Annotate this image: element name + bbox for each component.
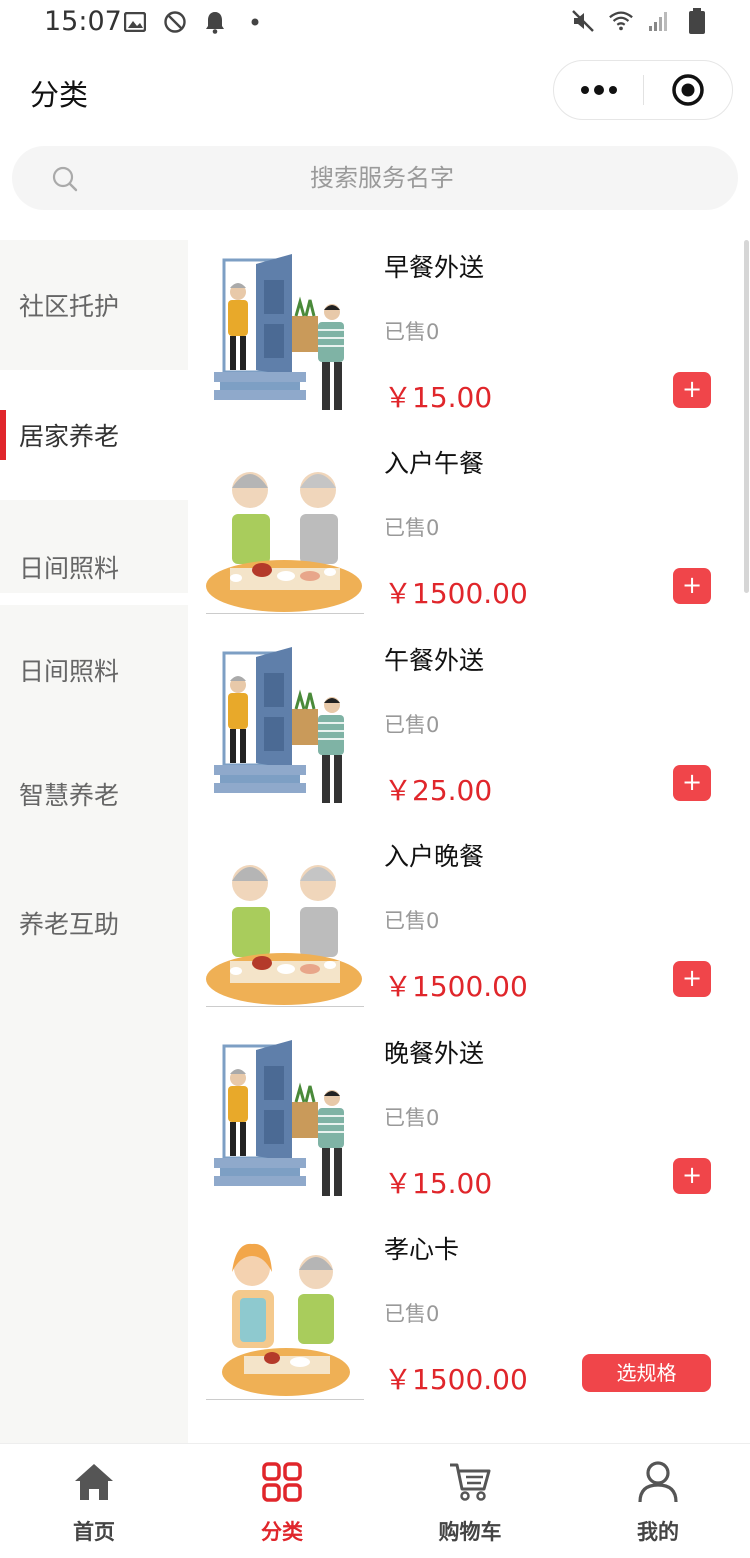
status-right-icons (570, 8, 710, 34)
bottom-tab-bar: 首页 分类 购物车 我的 (0, 1443, 750, 1558)
delivery-illustration (206, 1026, 364, 1204)
delivery-illustration (206, 633, 364, 811)
tab-cart[interactable]: 购物车 (376, 1444, 564, 1558)
status-bar: 15:07 (0, 0, 750, 46)
sidebar-divider (0, 593, 188, 605)
more-menu-button[interactable] (554, 60, 643, 120)
tab-category[interactable]: 分类 (188, 1444, 376, 1558)
add-to-cart-button[interactable]: + (673, 1158, 711, 1194)
tab-home[interactable]: 首页 (0, 1444, 188, 1558)
blocked-icon (162, 9, 188, 35)
sidebar-item-label: 日间照料 (19, 657, 120, 686)
close-mini-program-button[interactable] (644, 60, 732, 120)
caregiver-illustration (206, 1222, 364, 1400)
product-item[interactable]: 入户午餐 已售0 ￥1500.00 + (188, 436, 733, 632)
signal-icon (646, 8, 672, 34)
product-name: 孝心卡 (384, 1235, 460, 1264)
tab-label: 我的 (637, 1520, 679, 1544)
status-time: 15:07 (44, 6, 122, 37)
battery-icon (684, 8, 710, 34)
tab-label: 首页 (73, 1520, 115, 1544)
product-price: ￥1500.00 (384, 1363, 528, 1396)
cart-icon (448, 1460, 492, 1504)
sidebar-item-community-care[interactable]: 社区托护 (0, 240, 188, 370)
add-to-cart-button[interactable]: + (673, 961, 711, 997)
title-bar: 分类 (0, 46, 750, 136)
product-name: 午餐外送 (384, 646, 485, 675)
tab-label: 分类 (261, 1520, 303, 1544)
product-sold-count: 已售0 (384, 1106, 440, 1130)
user-icon (636, 1460, 680, 1504)
product-sold-count: 已售0 (384, 713, 440, 737)
more-dots-icon (580, 85, 617, 95)
status-left-icons (122, 9, 268, 35)
sidebar-item-label: 居家养老 (19, 422, 120, 451)
wifi-icon (608, 8, 634, 34)
product-list: 早餐外送 已售0 ￥15.00 + 入户午餐 已售0 ￥1500.00 + 午餐… (188, 240, 750, 1443)
mini-program-capsule (553, 60, 733, 120)
notification-bell-icon (202, 9, 228, 35)
product-sold-count: 已售0 (384, 909, 440, 933)
sidebar-item-label: 智慧养老 (19, 781, 120, 810)
active-indicator (0, 410, 6, 460)
search-input[interactable] (102, 146, 662, 210)
product-item[interactable]: 午餐外送 已售0 ￥25.00 + (188, 633, 733, 829)
elderly-meal-illustration (206, 436, 364, 614)
product-item[interactable]: 晚餐外送 已售0 ￥15.00 + (188, 1026, 733, 1222)
product-item[interactable]: 早餐外送 已售0 ￥15.00 + (188, 240, 733, 436)
grid-icon (260, 1460, 304, 1504)
product-price: ￥25.00 (384, 774, 493, 807)
target-close-icon (672, 74, 704, 106)
product-sold-count: 已售0 (384, 516, 440, 540)
sidebar-item-label: 日间照料 (19, 553, 120, 583)
elderly-meal-illustration (206, 829, 364, 1007)
sidebar-item-label: 社区托护 (19, 292, 120, 321)
add-to-cart-button[interactable]: + (673, 372, 711, 408)
tab-label: 购物车 (438, 1520, 502, 1544)
product-name: 入户晚餐 (384, 842, 485, 871)
product-item[interactable]: 入户晚餐 已售0 ￥1500.00 + (188, 829, 733, 1025)
sidebar-item-day-care-2[interactable]: 日间照料 (0, 605, 188, 735)
mute-icon (570, 8, 596, 34)
sidebar-item-mutual-aid[interactable]: 养老互助 (0, 858, 188, 988)
product-price: ￥1500.00 (384, 577, 528, 610)
dot-icon (242, 9, 268, 35)
product-name: 早餐外送 (384, 253, 485, 282)
product-sold-count: 已售0 (384, 1302, 440, 1326)
image-icon (122, 9, 148, 35)
sidebar-item-label: 养老互助 (19, 910, 120, 939)
scrollbar[interactable] (744, 240, 749, 593)
product-price: ￥1500.00 (384, 970, 528, 1003)
product-name: 晚餐外送 (384, 1039, 485, 1068)
tab-profile[interactable]: 我的 (564, 1444, 750, 1558)
search-icon (52, 166, 78, 196)
search-bar (12, 146, 738, 210)
category-sidebar: 社区托护 居家养老 日间照料 日间照料 智慧养老 养老互助 (0, 240, 188, 1443)
home-icon (72, 1460, 116, 1504)
product-name: 入户午餐 (384, 449, 485, 478)
sidebar-item-home-care[interactable]: 居家养老 (0, 370, 188, 500)
product-price: ￥15.00 (384, 1167, 493, 1200)
add-to-cart-button[interactable]: + (673, 568, 711, 604)
page-title: 分类 (30, 78, 89, 112)
add-to-cart-button[interactable]: + (673, 765, 711, 801)
product-sold-count: 已售0 (384, 320, 440, 344)
product-price: ￥15.00 (384, 381, 493, 414)
sidebar-item-day-care[interactable]: 日间照料 (0, 500, 188, 593)
delivery-illustration (206, 240, 364, 418)
sidebar-item-smart-elderly-care[interactable]: 智慧养老 (0, 729, 188, 859)
select-spec-button[interactable]: 选规格 (582, 1354, 711, 1392)
